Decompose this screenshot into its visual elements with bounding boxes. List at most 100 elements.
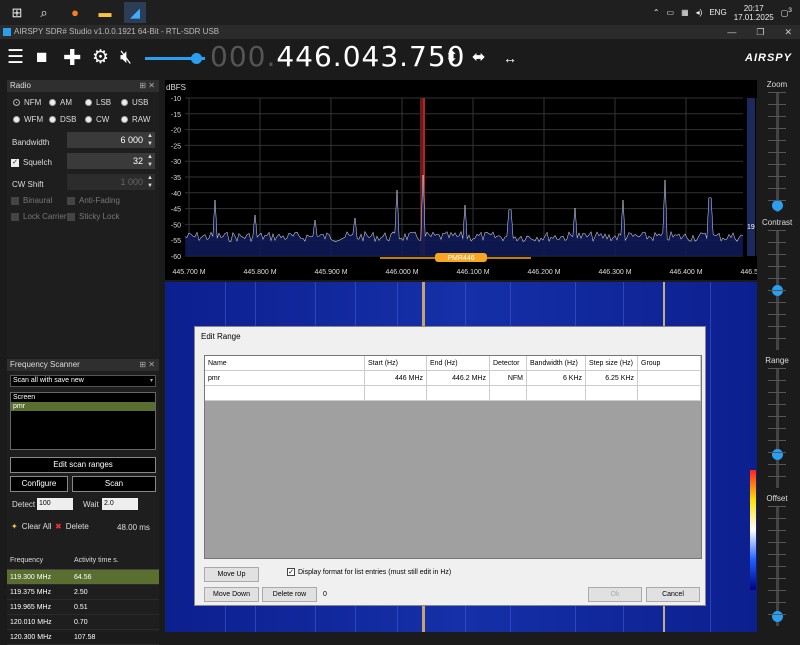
configure-button[interactable]: Configure xyxy=(10,476,68,492)
detect-label: Detect xyxy=(12,500,36,509)
list-item[interactable]: Screen xyxy=(11,393,155,402)
table-row[interactable]: 119.375 MHz 2.50 xyxy=(7,585,159,600)
add-icon[interactable]: ✚ xyxy=(63,47,81,69)
cwshift-input[interactable]: 1 000 ▲ ▼ xyxy=(67,174,155,190)
checkbox-checked-icon: ✓ xyxy=(287,568,295,576)
spin-arrows-icon[interactable]: ▲ ▼ xyxy=(147,132,153,148)
column-frequency[interactable]: Frequency xyxy=(7,552,71,569)
maximize-icon[interactable]: ❐ xyxy=(756,25,764,39)
delete-button[interactable]: ✖ Delete xyxy=(55,522,89,531)
range-grid[interactable]: Name Start (Hz) End (Hz) Detector Bandwi… xyxy=(204,355,702,559)
mode-dsb[interactable]: DSB xyxy=(49,115,76,124)
scan-range-list[interactable]: Screen pmr xyxy=(10,392,156,450)
chevron-up-icon[interactable]: ⌃ xyxy=(653,8,660,17)
binaural-checkbox[interactable]: Binaural xyxy=(11,196,52,205)
slider-tick xyxy=(768,152,786,153)
spin-arrows-icon[interactable]: ▲ ▼ xyxy=(147,153,153,169)
edit-scan-ranges-button[interactable]: Edit scan ranges xyxy=(10,457,156,473)
band-plan-label: PMR446 xyxy=(447,255,474,262)
spectrum-plot[interactable]: dBFS -10 -15 -20 -25 -30 -35 -40 -45 -50 -55 -60 4… xyxy=(165,80,774,280)
notification-icon[interactable]: ▢3 xyxy=(781,7,792,18)
offset-slider-thumb[interactable] xyxy=(772,611,783,622)
checkbox-icon xyxy=(11,212,19,221)
table-row[interactable]: 119.965 MHz 0.51 xyxy=(7,600,159,615)
wait-input[interactable]: 2.0 xyxy=(102,498,138,510)
volume-slider-thumb[interactable] xyxy=(191,53,202,64)
table-row[interactable]: 120.300 MHz 107.58 xyxy=(7,630,159,645)
range-slider-thumb[interactable] xyxy=(772,449,783,460)
step-width-icon[interactable]: ↔ xyxy=(503,47,517,69)
mode-usb[interactable]: USB xyxy=(121,98,148,107)
squelch-checkbox[interactable]: ✓ Squelch xyxy=(11,158,52,167)
slider-tick xyxy=(768,230,786,231)
spin-arrows-icon[interactable]: ▲ ▼ xyxy=(147,174,153,190)
bandwidth-input[interactable]: 6 000 ▲ ▼ xyxy=(67,132,155,148)
delete-row-button[interactable]: Delete row xyxy=(262,587,317,602)
col-bandwidth[interactable]: Bandwidth (Hz) xyxy=(527,356,586,371)
col-start[interactable]: Start (Hz) xyxy=(365,356,427,371)
close-icon[interactable]: ✕ xyxy=(784,25,792,39)
col-name[interactable]: Name xyxy=(205,356,365,371)
windows-start-icon[interactable]: ⊞ xyxy=(6,2,28,23)
battery-icon[interactable]: ▭ xyxy=(667,8,675,17)
scan-button[interactable]: Scan xyxy=(72,476,156,492)
mode-raw[interactable]: RAW xyxy=(121,115,150,124)
delete-x-icon: ✖ xyxy=(55,522,62,531)
col-step[interactable]: Step size (Hz) xyxy=(586,356,638,371)
clock[interactable]: 20:17 17.01.2025 xyxy=(734,4,774,22)
y-tick-label: -25 xyxy=(171,143,181,150)
column-activity[interactable]: Activity time s. xyxy=(71,552,159,569)
ok-button[interactable]: Ok xyxy=(588,587,642,602)
contrast-label: Contrast xyxy=(762,218,793,227)
slider-tick xyxy=(768,518,786,519)
mode-cw[interactable]: CW xyxy=(85,115,109,124)
minimize-icon[interactable]: — xyxy=(727,25,736,39)
table-row[interactable]: pmr 446 MHz 446.2 MHz NFM 6 KHz 6.25 KHz xyxy=(205,371,701,386)
col-group[interactable]: Group xyxy=(638,356,701,371)
mode-wfm[interactable]: WFM xyxy=(13,115,43,124)
zoom-slider-thumb[interactable] xyxy=(772,200,783,211)
squelch-input[interactable]: 32 ▲ ▼ xyxy=(67,153,155,169)
firefox-icon[interactable]: ● xyxy=(64,2,86,23)
stop-icon[interactable]: ■ xyxy=(36,47,47,69)
move-up-button[interactable]: Move Up xyxy=(204,567,259,582)
gear-icon[interactable]: ⚙ xyxy=(92,47,109,69)
clock-time: 20:17 xyxy=(743,3,764,13)
slider-tick xyxy=(768,104,786,105)
spectrum-analyzer[interactable]: dBFS -10 -15 -20 -25 -30 -35 -40 -45 -50 -55 -60 4… xyxy=(165,80,774,280)
lock-carrier-checkbox[interactable]: Lock Carrier xyxy=(11,212,67,221)
volume-icon[interactable]: ◂) xyxy=(696,8,703,17)
clear-all-button[interactable]: ✦ Clear All xyxy=(11,522,52,531)
mode-am[interactable]: AM xyxy=(49,98,72,107)
search-icon[interactable]: ⌕ xyxy=(33,2,55,23)
display-format-checkbox[interactable]: ✓ Display format for list entries (must s… xyxy=(287,568,451,576)
network-icon[interactable]: ▦ xyxy=(681,8,689,17)
table-row[interactable]: 119.300 MHz 64.56 xyxy=(7,570,159,585)
mode-lsb[interactable]: LSB xyxy=(85,98,111,107)
tune-up-down-icon[interactable]: ⬍ xyxy=(445,47,458,69)
slider-tick xyxy=(768,602,786,603)
detect-input[interactable]: 100 xyxy=(37,498,73,510)
scan-mode-select[interactable]: Scan all with save new ▾ xyxy=(10,375,156,387)
table-row-new[interactable] xyxy=(205,386,701,401)
col-end[interactable]: End (Hz) xyxy=(427,356,490,371)
anti-fading-checkbox[interactable]: Anti-Fading xyxy=(67,196,120,205)
list-item[interactable]: pmr xyxy=(11,402,155,411)
language-indicator[interactable]: ENG xyxy=(709,8,726,17)
tune-left-right-icon[interactable]: ⬌ xyxy=(472,47,485,69)
cancel-button[interactable]: Cancel xyxy=(646,587,700,602)
menu-icon[interactable]: ☰ xyxy=(7,47,24,69)
radio-selected-icon xyxy=(13,99,20,106)
col-detector[interactable]: Detector xyxy=(490,356,527,371)
frequency-display[interactable]: 000.446.043.750 xyxy=(210,40,465,73)
panel-pin-close-icon[interactable]: ⊞ ✕ xyxy=(139,80,155,92)
table-row[interactable]: 120.010 MHz 0.70 xyxy=(7,615,159,630)
sdr-app-icon[interactable]: ◢ xyxy=(124,2,146,23)
sticky-lock-checkbox[interactable]: Sticky Lock xyxy=(67,212,119,221)
move-down-button[interactable]: Move Down xyxy=(204,587,259,602)
taskbar: ⊞ ⌕ ● ▬ ◢ ⌃ ▭ ▦ ◂) ENG 20:17 17.01.2025 … xyxy=(0,0,800,25)
panel-pin-close-icon[interactable]: ⊞ ✕ xyxy=(139,359,155,371)
mode-nfm[interactable]: NFM xyxy=(13,98,41,107)
folder-icon[interactable]: ▬ xyxy=(94,2,116,23)
speaker-mute-icon[interactable]: 🔇︎ xyxy=(120,47,132,69)
